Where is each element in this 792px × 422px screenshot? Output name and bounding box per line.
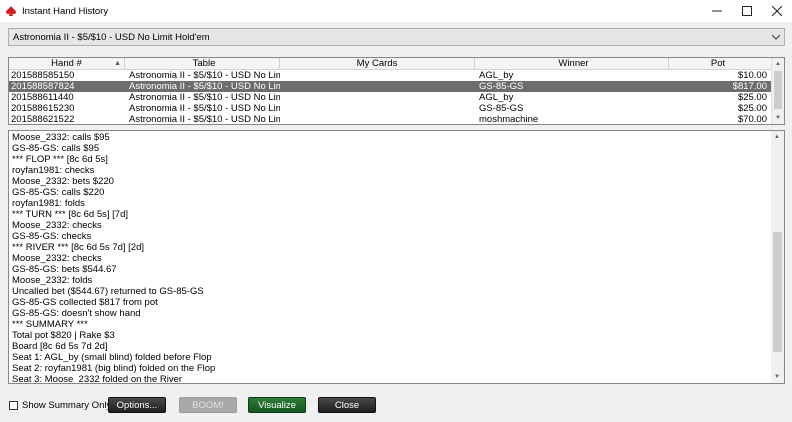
history-line: Uncalled bet ($544.67) returned to GS-85… <box>12 286 204 297</box>
grid-scrollbar-thumb[interactable] <box>774 71 782 109</box>
grid-header: Hand # ▲ Table My Cards Winner Pot <box>9 58 784 70</box>
close-button[interactable]: Close <box>318 397 376 413</box>
table-cell: Astronomia II - $5/$10 - USD No Limit... <box>129 81 280 92</box>
visualize-button[interactable]: Visualize <box>248 397 306 413</box>
scroll-down-icon[interactable]: ▼ <box>771 371 783 383</box>
column-header-hand[interactable]: Hand # ▲ <box>9 58 125 69</box>
pot-cell: $10.00 <box>737 70 767 81</box>
show-summary-label: Show Summary Only <box>22 400 112 411</box>
my-cards-cell <box>280 92 475 103</box>
checkbox-box[interactable] <box>9 401 18 410</box>
history-lines: Moose_2332: calls $95 GS-85-GS: calls $95… <box>9 131 784 384</box>
winner-cell: GS-85-GS <box>479 103 524 114</box>
grid-scrollbar[interactable]: ▲ ▼ <box>771 58 784 124</box>
hand-number-cell: 201588585150 <box>11 70 75 81</box>
scroll-up-icon[interactable]: ▲ <box>772 58 784 70</box>
show-summary-checkbox[interactable]: Show Summary Only <box>9 400 111 411</box>
winner-cell: AGL_by <box>479 92 514 103</box>
history-line: Moose_2332: checks <box>12 253 102 264</box>
hand-history-text[interactable]: Moose_2332: calls $95 GS-85-GS: calls $95… <box>8 130 785 384</box>
history-line: GS-85-GS: calls $220 <box>12 187 105 198</box>
table-row[interactable]: 201588587824 Astronomia II - $5/$10 - USD… <box>9 81 784 92</box>
history-line: Seat 1: AGL_by (small blind) folded befo… <box>12 352 212 363</box>
options-button[interactable]: Options... <box>108 397 166 413</box>
close-icon[interactable] <box>762 0 792 22</box>
column-header-my-cards[interactable]: My Cards <box>280 58 475 69</box>
table-row[interactable]: 201588585150 Astronomia II - $5/$10 - USD… <box>9 70 784 81</box>
table-cell: Astronomia II - $5/$10 - USD No Limit... <box>129 70 280 81</box>
history-line: Seat 3: Moose_2332 folded on the River <box>12 374 183 384</box>
grid-body: 201588585150 Astronomia II - $5/$10 - USD… <box>9 70 784 125</box>
minimize-icon[interactable] <box>702 0 732 22</box>
history-line: Moose_2332: folds <box>12 275 93 286</box>
history-line: GS-85-GS: doesn't show hand <box>12 308 141 319</box>
table-cell: Astronomia II - $5/$10 - USD No Limit... <box>129 103 280 114</box>
pokerstars-spade-icon <box>6 6 16 16</box>
column-header-hand-label: Hand # <box>51 58 82 69</box>
scroll-up-icon[interactable]: ▲ <box>771 131 783 143</box>
table-cell: Astronomia II - $5/$10 - USD No Limit... <box>129 92 280 103</box>
table-select-value: Astronomia II - $5/$10 - USD No Limit Ho… <box>13 31 210 43</box>
table-cell: Astronomia II - $5/$10 - USD No Limit... <box>129 114 280 125</box>
pot-cell: $25.00 <box>737 103 767 114</box>
history-line: Moose_2332: bets $220 <box>12 176 114 187</box>
history-line: *** TURN *** [8c 6d 5s] [7d] <box>12 209 128 220</box>
history-line: Board [8c 6d 5s 7d 2d] <box>12 341 108 352</box>
winner-cell: AGL_by <box>479 70 514 81</box>
history-line: *** FLOP *** [8c 6d 5s] <box>12 154 108 165</box>
table-row[interactable]: 201588611440 Astronomia II - $5/$10 - USD… <box>9 92 784 103</box>
chevron-down-icon[interactable] <box>768 33 784 42</box>
history-scrollbar[interactable]: ▲ ▼ <box>771 131 784 383</box>
pot-cell: $70.00 <box>737 114 767 125</box>
window-title: Instant Hand History <box>22 5 109 17</box>
history-line: *** SUMMARY *** <box>12 319 88 330</box>
table-row[interactable]: 201588615230 Astronomia II - $5/$10 - USD… <box>9 103 784 114</box>
history-line: royfan1981: folds <box>12 198 85 209</box>
pot-cell: $25.00 <box>737 92 767 103</box>
title-bar: Instant Hand History <box>0 0 792 22</box>
table-select[interactable]: Astronomia II - $5/$10 - USD No Limit Ho… <box>8 28 785 46</box>
column-header-table[interactable]: Table <box>125 58 280 69</box>
hand-number-cell: 201588587824 <box>11 81 75 92</box>
history-line: GS-85-GS: bets $544.67 <box>12 264 117 275</box>
winner-cell: GS-85-GS <box>479 81 524 92</box>
winner-cell: moshmachine <box>479 114 539 125</box>
scroll-down-icon[interactable]: ▼ <box>772 112 784 124</box>
history-line: GS-85-GS: checks <box>12 231 92 242</box>
hands-grid: Hand # ▲ Table My Cards Winner Pot 20158… <box>8 57 785 125</box>
sort-ascending-icon: ▲ <box>114 60 121 67</box>
history-line: Moose_2332: calls $95 <box>12 132 110 143</box>
hand-number-cell: 201588615230 <box>11 103 75 114</box>
column-header-pot[interactable]: Pot <box>669 58 769 69</box>
my-cards-cell <box>280 103 475 114</box>
pot-cell: $817.00 <box>732 81 767 92</box>
hand-number-cell: 201588621522 <box>11 114 75 125</box>
history-line: Moose_2332: checks <box>12 220 102 231</box>
boom-button[interactable]: BOOM! <box>179 397 237 413</box>
history-scrollbar-thumb[interactable] <box>773 232 782 352</box>
history-line: GS-85-GS collected $817 from pot <box>12 297 158 308</box>
hand-number-cell: 201588611440 <box>11 92 74 103</box>
my-cards-cell <box>280 81 475 92</box>
my-cards-cell <box>280 70 475 81</box>
my-cards-cell <box>280 114 475 124</box>
history-line: GS-85-GS: calls $95 <box>12 143 100 154</box>
history-line: *** RIVER *** [8c 6d 5s 7d] [2d] <box>12 242 145 253</box>
table-row[interactable]: 201588621522 Astronomia II - $5/$10 - USD… <box>9 114 784 125</box>
maximize-icon[interactable] <box>732 0 762 22</box>
history-line: royfan1981: checks <box>12 165 95 176</box>
history-line: Total pot $820 | Rake $3 <box>12 330 115 341</box>
column-header-winner[interactable]: Winner <box>475 58 669 69</box>
history-line: Seat 2: royfan1981 (big blind) folded on… <box>12 363 216 374</box>
